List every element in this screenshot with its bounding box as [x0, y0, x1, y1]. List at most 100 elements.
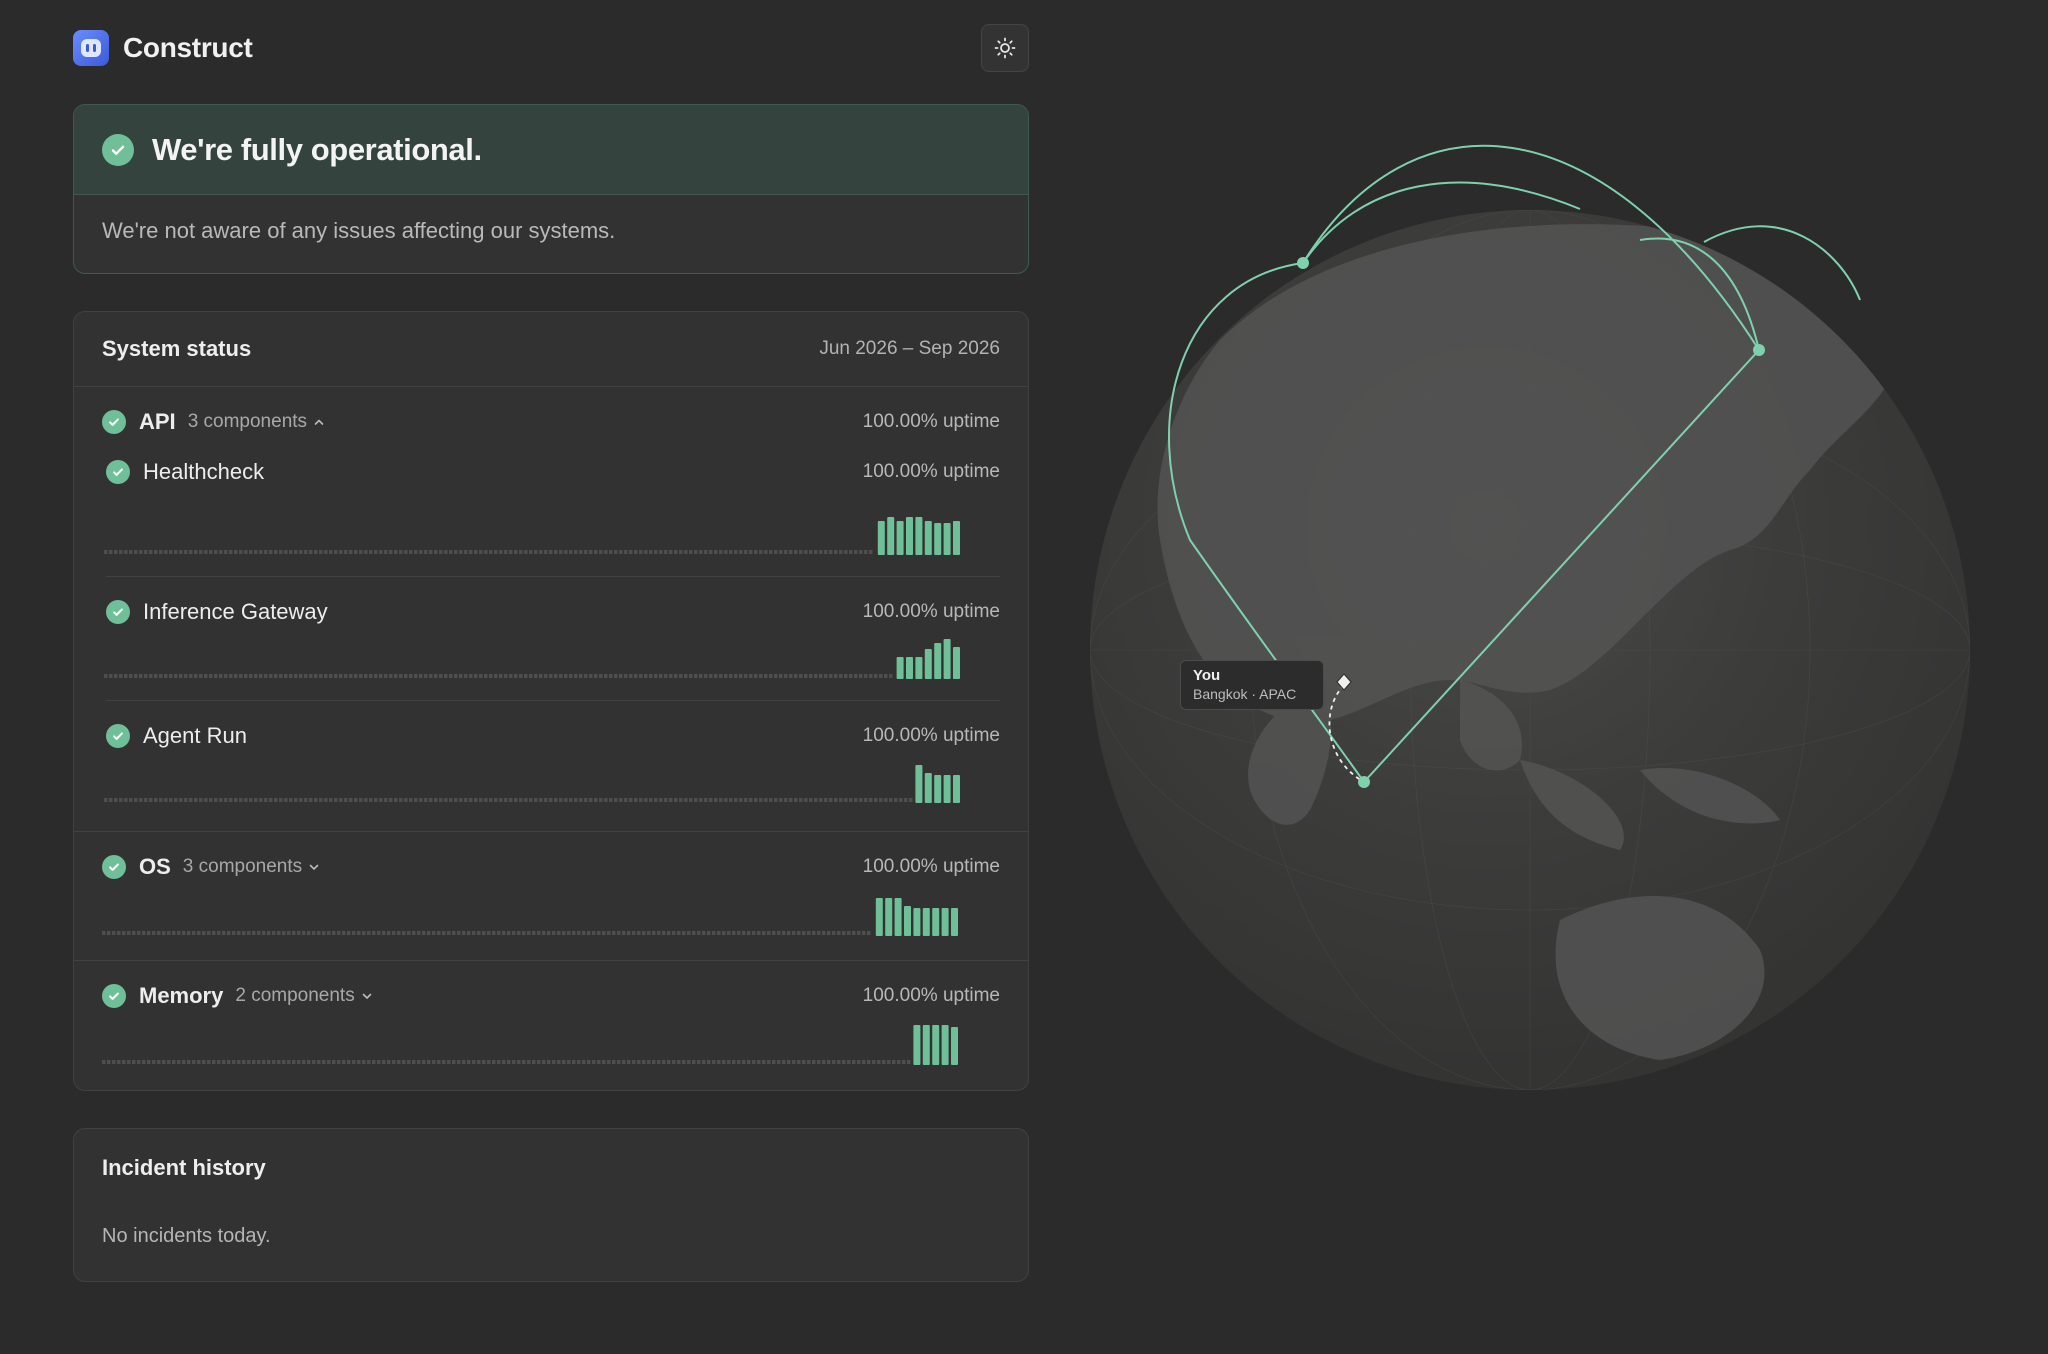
uptime-dot [712, 931, 716, 935]
uptime-dot [757, 1060, 761, 1064]
uptime-bar[interactable] [885, 898, 893, 936]
group-api-header[interactable]: API 3 components 100.00% uptime [102, 409, 1000, 435]
uptime-dot [264, 674, 268, 678]
uptime-bar[interactable] [951, 908, 958, 936]
uptime-bar[interactable] [875, 898, 883, 936]
uptime-dot [644, 550, 648, 554]
uptime-dot [392, 931, 396, 935]
uptime-dot [107, 1060, 111, 1064]
uptime-bar[interactable] [953, 647, 960, 679]
uptime-dot [359, 674, 363, 678]
uptime-dot [529, 798, 533, 802]
uptime-bars [104, 639, 960, 679]
components-toggle[interactable]: 3 components [188, 411, 325, 433]
uptime-bar[interactable] [913, 908, 921, 936]
uptime-dot [424, 550, 428, 554]
uptime-bar[interactable] [951, 1027, 958, 1065]
uptime-bar[interactable] [934, 523, 942, 555]
uptime-dot [189, 798, 193, 802]
uptime-dot [537, 1060, 541, 1064]
uptime-bar[interactable] [941, 1025, 949, 1065]
uptime-bar[interactable] [906, 517, 913, 555]
components-toggle[interactable]: 3 components [183, 856, 320, 878]
component-row-healthcheck[interactable]: Healthcheck 100.00% uptime [74, 453, 1028, 577]
uptime-dot [494, 550, 498, 554]
group-os[interactable]: OS 3 components 100.00% uptime [74, 832, 1028, 961]
uptime-dot [869, 550, 873, 554]
uptime-bar[interactable] [915, 517, 923, 555]
uptime-bar[interactable] [922, 1025, 930, 1065]
uptime-dot [454, 550, 458, 554]
uptime-bar[interactable] [887, 517, 895, 555]
theme-toggle-button[interactable] [981, 24, 1029, 72]
uptime-bar[interactable] [941, 908, 949, 936]
uptime-bar[interactable] [915, 657, 923, 679]
components-toggle[interactable]: 2 components [235, 985, 372, 1007]
uptime-dot [639, 674, 643, 678]
uptime-dot [829, 674, 833, 678]
uptime-bar[interactable] [915, 765, 923, 803]
uptime-dot [262, 931, 266, 935]
uptime-bar[interactable] [934, 775, 942, 803]
uptime-bar[interactable] [877, 521, 885, 555]
uptime-dot [192, 1060, 196, 1064]
uptime-bar[interactable] [896, 521, 904, 555]
uptime-bar[interactable] [953, 521, 960, 555]
uptime-dot [237, 931, 241, 935]
uptime-dot [109, 798, 113, 802]
uptime-dot [649, 798, 653, 802]
uptime-dot [337, 931, 341, 935]
uptime-bar[interactable] [934, 643, 942, 679]
node-east[interactable] [1753, 344, 1765, 356]
uptime-dot [774, 798, 778, 802]
uptime-dot [804, 674, 808, 678]
uptime-bar[interactable] [913, 1025, 921, 1065]
uptime-dot [737, 1060, 741, 1064]
uptime-bar[interactable] [953, 775, 960, 803]
uptime-dot [677, 931, 681, 935]
app-name[interactable]: Construct [123, 32, 253, 64]
uptime-dot [712, 1060, 716, 1064]
uptime-dot [702, 1060, 706, 1064]
uptime-bar[interactable] [922, 908, 930, 936]
uptime-bar[interactable] [924, 649, 932, 679]
uptime-bar[interactable] [932, 1025, 940, 1065]
uptime-bar[interactable] [943, 639, 951, 679]
component-row-inference-gateway[interactable]: Inference Gateway 100.00% uptime [74, 577, 1028, 701]
uptime-dot [387, 1060, 391, 1064]
uptime-bar[interactable] [896, 657, 904, 679]
uptime-bar[interactable] [924, 773, 932, 803]
uptime-dot [417, 931, 421, 935]
group-memory[interactable]: Memory 2 components 100.00% uptime [74, 961, 1028, 1089]
uptime-bar[interactable] [943, 523, 951, 555]
uptime-bar[interactable] [906, 657, 913, 679]
uptime-dot [869, 674, 873, 678]
uptime-dot [194, 674, 198, 678]
globe-map[interactable] [1080, 120, 1980, 1120]
uptime-dot [434, 674, 438, 678]
uptime-bar[interactable] [894, 898, 902, 936]
uptime-dot [552, 931, 556, 935]
component-row-agent-run[interactable]: Agent Run 100.00% uptime [74, 701, 1028, 831]
uptime-dot [199, 550, 203, 554]
uptime-dot [472, 1060, 476, 1064]
uptime-dot [379, 798, 383, 802]
uptime-bar[interactable] [943, 775, 951, 803]
uptime-bar[interactable] [924, 521, 932, 555]
uptime-bar[interactable] [932, 908, 940, 936]
uptime-dot [857, 1060, 861, 1064]
uptime-dot [234, 550, 238, 554]
uptime-bar[interactable] [904, 906, 911, 936]
component-name: Agent Run [143, 723, 247, 748]
uptime-dot [429, 798, 433, 802]
uptime-dot [639, 550, 643, 554]
uptime-dot [499, 674, 503, 678]
uptime-dot [532, 931, 536, 935]
node-north[interactable] [1297, 257, 1309, 269]
uptime-dot [534, 550, 538, 554]
uptime-dot [354, 674, 358, 678]
construct-logo-icon[interactable] [73, 30, 109, 66]
uptime-dot [844, 798, 848, 802]
node-singapore[interactable] [1358, 776, 1370, 788]
uptime-dot [772, 931, 776, 935]
